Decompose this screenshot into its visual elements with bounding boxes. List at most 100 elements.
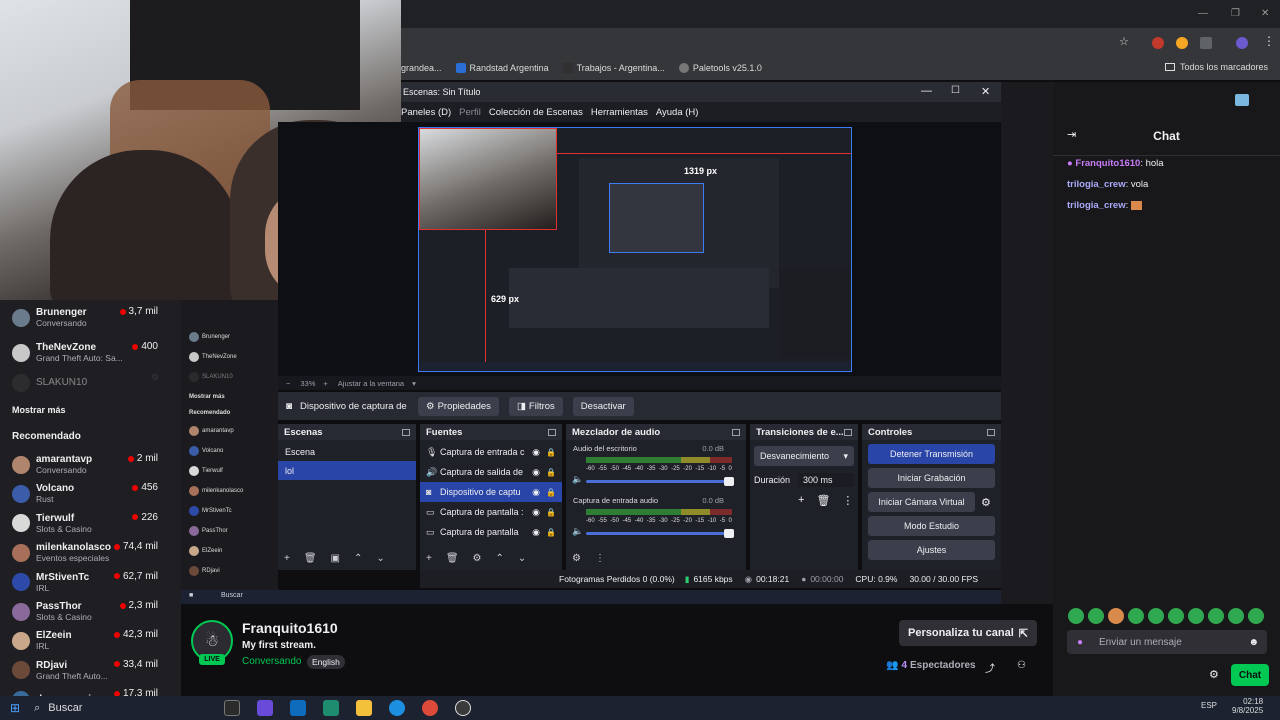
eye-icon[interactable]: ◉ [532, 467, 540, 478]
extension-icon[interactable] [1152, 37, 1164, 49]
bookmark-item[interactable]: Randstad Argentina [455, 63, 549, 73]
popout-icon[interactable] [987, 428, 995, 436]
obs-icon[interactable] [455, 700, 472, 716]
emote-icon[interactable] [1168, 608, 1184, 624]
send-chat-button[interactable]: Chat [1231, 664, 1269, 686]
emote-icon[interactable] [1108, 608, 1124, 624]
sidebar-channel[interactable]: Brunenger Conversando 3,7 mil [12, 303, 178, 332]
play-extension-icon[interactable] [1176, 37, 1188, 49]
sidebar-channel[interactable]: TheNevZone Grand Theft Auto: Sa... 400 [12, 338, 178, 367]
virtual-camera-button[interactable]: Iniciar Cámara Virtual [868, 492, 975, 512]
emote-icon[interactable] [1248, 608, 1264, 624]
emote-icon[interactable] [1148, 608, 1164, 624]
lock-icon[interactable]: 🔒 [546, 448, 556, 457]
trash-icon[interactable]: 🗑 [304, 553, 317, 564]
popout-icon[interactable] [402, 428, 410, 436]
properties-button[interactable]: ⚙ Propiedades [418, 396, 499, 416]
trash-icon[interactable]: 🗑 [816, 494, 830, 507]
bookmark-item[interactable]: Trabajos - Argentina... [562, 63, 665, 73]
language-indicator[interactable]: ESP [1201, 701, 1217, 710]
obs-preview-canvas[interactable]: 1319 px 629 px [418, 127, 852, 372]
sidebar-channel[interactable]: Volcano Rust 456 [12, 479, 178, 508]
lock-icon[interactable]: 🔒 [546, 488, 556, 497]
speaker-icon[interactable]: 🔈 [572, 474, 583, 485]
zoom-in-icon[interactable]: + [323, 379, 327, 388]
gear-icon[interactable]: ⚙ [473, 553, 482, 564]
maximize-icon[interactable]: ❐ [1231, 8, 1240, 19]
minimize-icon[interactable]: — [1198, 8, 1208, 19]
duration-input[interactable]: 300 ms [798, 473, 854, 487]
source-item[interactable]: ◙ Dispositivo de captu ◉ 🔒 [420, 482, 562, 502]
chrome-icon[interactable] [422, 700, 439, 716]
add-icon[interactable]: + [284, 553, 290, 564]
stop-stream-button[interactable]: Detener Transmisión [868, 444, 995, 464]
taskview-icon[interactable] [224, 700, 241, 716]
gear-icon[interactable]: ⚙ [1209, 668, 1219, 681]
popout-icon[interactable] [548, 428, 556, 436]
volume-slider[interactable] [586, 529, 734, 538]
source-item[interactable]: 🔊 Captura de salida de ◉ 🔒 [420, 462, 562, 482]
transition-select[interactable]: Desvanecimiento ▾ [754, 446, 854, 466]
arrow-down-icon[interactable]: ⌄ [518, 553, 526, 564]
add-icon[interactable]: + [798, 494, 804, 507]
star-icon[interactable]: ☆ [1119, 35, 1129, 48]
speaker-icon[interactable]: 🔈 [572, 526, 583, 537]
sidebar-channel[interactable]: MrStivenTc IRL 62,7 mil [12, 568, 178, 597]
sidebar-channel[interactable]: PassThor Slots & Casino 2,3 mil [12, 597, 178, 626]
filter-icon[interactable]: ▣ [331, 553, 340, 564]
close-icon[interactable]: ✕ [1261, 8, 1269, 19]
emote-icon[interactable] [1188, 608, 1204, 624]
eye-icon[interactable]: ◉ [532, 507, 540, 518]
gear-icon[interactable]: ⚙ [572, 553, 581, 564]
popout-icon[interactable] [732, 428, 740, 436]
gear-icon[interactable]: ⚙ [981, 496, 991, 509]
close-icon[interactable]: ✕ [981, 85, 990, 98]
popout-icon[interactable] [844, 428, 852, 436]
app-icon[interactable] [323, 700, 340, 716]
arrow-down-icon[interactable]: ⌄ [376, 553, 384, 564]
emoji-icon[interactable]: ☻ [1248, 637, 1259, 648]
menu-paneles[interactable]: Paneles (D) [401, 107, 451, 118]
show-more-link[interactable]: Mostrar más [12, 405, 66, 415]
lock-icon[interactable]: 🔒 [546, 508, 556, 517]
sidebar-channel[interactable]: amarantavp Conversando 2 mil [12, 450, 178, 479]
trash-icon[interactable]: 🗑 [446, 553, 459, 564]
profile-avatar[interactable] [1236, 37, 1248, 49]
menu-perfil[interactable]: Perfil [459, 107, 481, 118]
emote-icon[interactable] [1068, 608, 1084, 624]
arrow-up-icon[interactable]: ⌃ [354, 553, 362, 564]
arrow-up-icon[interactable]: ⌃ [496, 553, 504, 564]
chat-input[interactable]: ● Enviar un mensaje ☻ [1067, 630, 1267, 654]
puzzle-icon[interactable] [1200, 37, 1212, 49]
taskbar-search[interactable]: ⌕ Buscar [34, 696, 224, 720]
deactivate-button[interactable]: Desactivar [572, 396, 634, 416]
extension-icon[interactable] [1235, 94, 1249, 106]
source-item[interactable]: 🎙 Captura de entrada c ◉ 🔒 [420, 442, 562, 462]
emote-icon[interactable] [1228, 608, 1244, 624]
emote-icon[interactable] [1128, 608, 1144, 624]
copilot-icon[interactable] [257, 700, 274, 716]
menu-ayuda[interactable]: Ayuda (H) [656, 107, 699, 118]
zoom-out-icon[interactable]: − [286, 379, 290, 388]
sidebar-channel[interactable]: milenkanolasco Eventos especiales 74,4 mi… [12, 538, 178, 567]
eye-icon[interactable]: ◉ [532, 487, 540, 498]
clock[interactable]: 02:18 9/8/2025 [1232, 697, 1263, 715]
source-item[interactable]: ▭ Captura de pantalla : ◉ 🔒 [420, 502, 562, 522]
bookmark-item[interactable]: grandea... [401, 63, 442, 73]
menu-dots-icon[interactable]: ⋮ [842, 494, 853, 507]
menu-herramientas[interactable]: Herramientas [591, 107, 648, 118]
volume-slider[interactable] [586, 477, 734, 486]
outlook-icon[interactable] [290, 700, 307, 716]
eye-icon[interactable]: ◉ [532, 447, 540, 458]
menu-dots-icon[interactable]: ⋮ [1263, 34, 1275, 48]
customize-channel-button[interactable]: Personaliza tu canal ⇱ [899, 620, 1037, 646]
channel-name[interactable]: Franquito1610 [242, 620, 338, 636]
sidebar-channel[interactable]: RDjavi Grand Theft Auto... 33,4 mil [12, 656, 178, 685]
studio-mode-button[interactable]: Modo Estudio [868, 516, 995, 536]
menu-coleccion[interactable]: Colección de Escenas [489, 107, 583, 118]
scene-item[interactable]: Escena [278, 442, 416, 461]
windows-start-icon[interactable]: ⊞ [10, 701, 20, 715]
all-bookmarks[interactable]: Todos los marcadores [1164, 62, 1268, 72]
menu-dots-icon[interactable]: ⋮ [595, 553, 605, 564]
filters-button[interactable]: ◨ Filtros [508, 396, 563, 416]
